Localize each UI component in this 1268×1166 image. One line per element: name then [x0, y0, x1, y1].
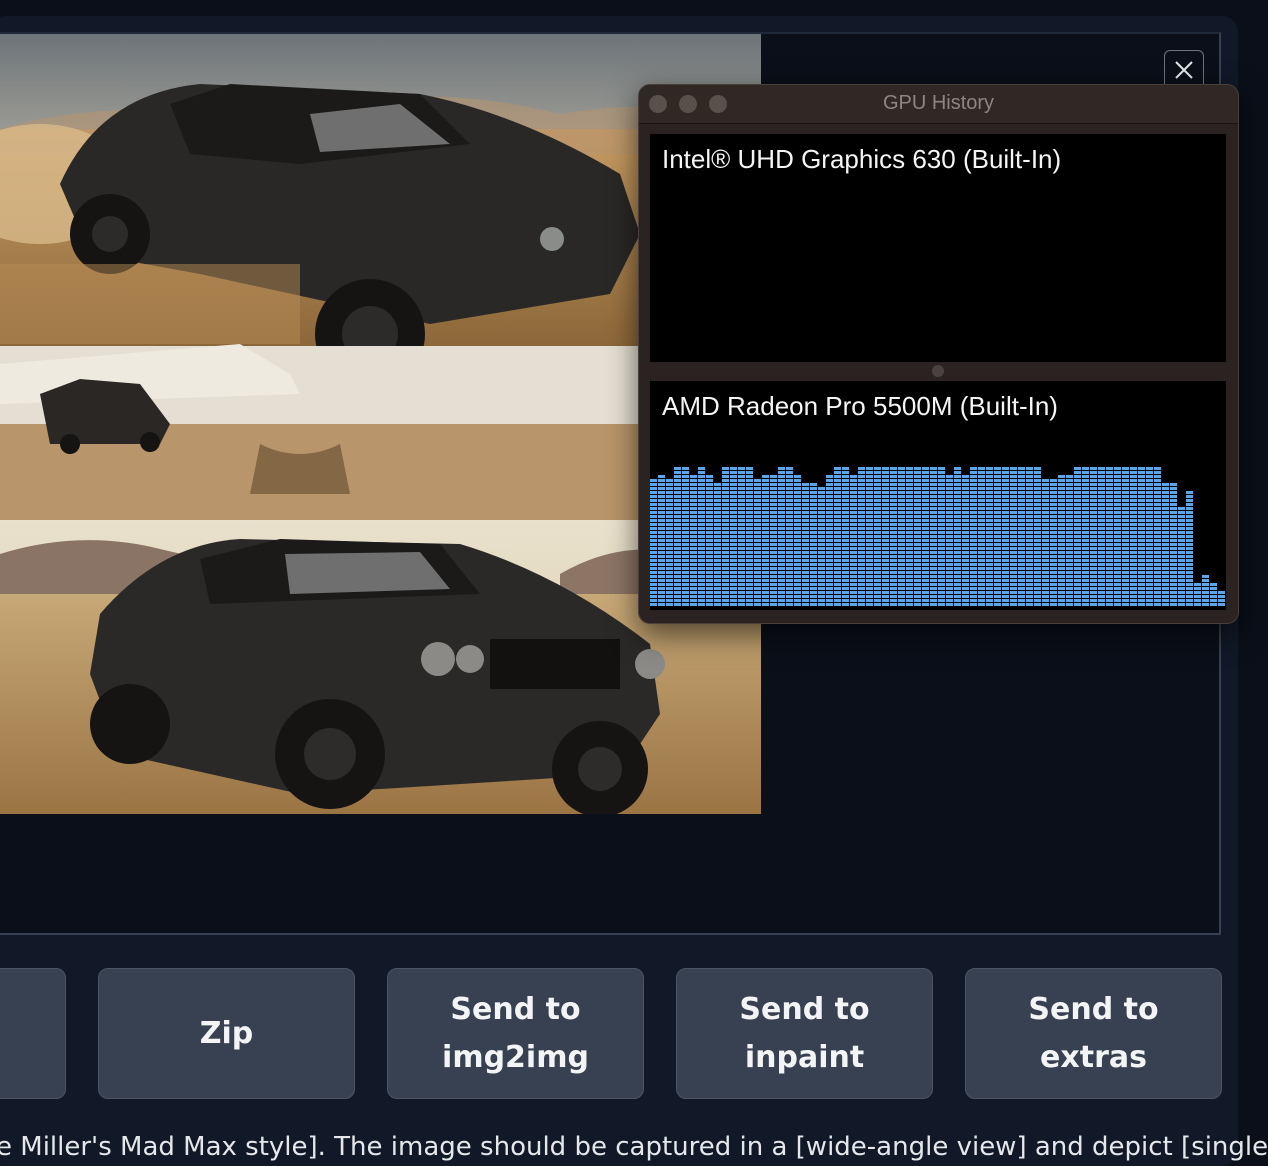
gpu-usage-bar: [898, 467, 905, 606]
gpu-usage-bar: [794, 475, 801, 606]
gpu-usage-bar: [1122, 467, 1129, 606]
gpu-usage-bar: [1058, 475, 1065, 606]
gpu-usage-bar: [834, 467, 841, 606]
gpu-usage-bar: [802, 483, 809, 606]
gpu-pane-intel: Intel® UHD Graphics 630 (Built-In): [650, 134, 1226, 362]
gpu-usage-bar: [698, 467, 705, 606]
gpu-usage-bar: [658, 475, 665, 606]
gpu-usage-bar: [730, 467, 737, 606]
gpu-usage-bar: [874, 467, 881, 606]
open-folder-button[interactable]: [0, 968, 66, 1099]
gpu-usage-bar: [754, 479, 761, 606]
gpu-usage-bar: [858, 467, 865, 606]
gpu-usage-bar: [778, 467, 785, 606]
gpu-pane-amd: AMD Radeon Pro 5500M (Built-In): [650, 381, 1226, 610]
gpu-usage-bar: [1042, 479, 1049, 606]
gpu-usage-bar: [962, 475, 969, 606]
gpu-usage-bar: [1066, 475, 1073, 606]
gpu-usage-bar: [1098, 467, 1105, 606]
gpu-usage-bar: [930, 467, 937, 606]
gpu-usage-bar: [1146, 467, 1153, 606]
gpu-usage-bar: [818, 487, 825, 606]
window-title: GPU History: [882, 92, 995, 114]
send-to-img2img-button[interactable]: Send to img2img: [387, 968, 644, 1099]
gpu-usage-bar: [986, 467, 993, 606]
gpu-usage-bar: [1218, 591, 1225, 606]
gpu-usage-bar: [1026, 467, 1033, 606]
gpu-usage-bar: [666, 479, 673, 606]
send-to-extras-button[interactable]: Send to extras: [965, 968, 1222, 1099]
gpu-usage-bar: [690, 475, 697, 606]
send-to-inpaint-button[interactable]: Send to inpaint: [676, 968, 933, 1099]
gpu-usage-bar: [714, 483, 721, 606]
gpu-usage-bar: [1162, 483, 1169, 606]
window-titlebar[interactable]: GPU History: [639, 85, 1238, 124]
gpu-usage-bar: [906, 467, 913, 606]
gpu-usage-bar: [1034, 467, 1041, 606]
gpu-usage-bar: [1114, 467, 1121, 606]
gpu-usage-bar: [970, 467, 977, 606]
gpu-usage-bar: [946, 475, 953, 606]
prompt-text: e Miller's Mad Max style]. The image sho…: [0, 1132, 1268, 1162]
zip-button[interactable]: Zip: [98, 968, 355, 1099]
gpu-usage-bar: [810, 483, 817, 606]
gpu-usage-bar: [1186, 491, 1193, 606]
gpu-usage-bar: [914, 467, 921, 606]
gpu-name: Intel® UHD Graphics 630 (Built-In): [662, 144, 1062, 174]
gpu-usage-bar: [826, 475, 833, 606]
gpu-usage-bar: [1090, 467, 1097, 606]
gpu-usage-bar: [850, 475, 857, 606]
gpu-usage-bar: [938, 467, 945, 606]
gpu-usage-bar: [1018, 467, 1025, 606]
gpu-usage-bar: [770, 475, 777, 606]
gpu-usage-bar: [1170, 483, 1177, 606]
gpu-usage-chart: [650, 467, 1225, 606]
gpu-usage-bar: [1082, 467, 1089, 606]
gpu-usage-bar: [882, 467, 889, 606]
gpu-usage-bar: [1138, 467, 1145, 606]
gpu-usage-bar: [1210, 583, 1217, 606]
gpu-usage-bar: [1002, 467, 1009, 606]
gpu-usage-bar: [706, 475, 713, 606]
gpu-usage-bar: [978, 467, 985, 606]
gpu-usage-bar: [1154, 467, 1161, 606]
gpu-usage-bar: [650, 479, 657, 606]
gpu-usage-bar: [922, 467, 929, 606]
gpu-usage-bar: [994, 467, 1001, 606]
gpu-usage-bar: [1202, 575, 1209, 606]
gpu-usage-bar: [1178, 507, 1185, 606]
gpu-usage-bar: [674, 467, 681, 606]
gpu-usage-bar: [890, 467, 897, 606]
pane-splitter-handle[interactable]: [932, 365, 944, 377]
gpu-usage-bar: [1010, 467, 1017, 606]
gpu-history-window[interactable]: GPU History Intel® UHD Graphics 630 (Bui…: [638, 84, 1239, 624]
gpu-usage-bar: [722, 467, 729, 606]
gpu-usage-bar: [954, 467, 961, 606]
gpu-usage-bar: [1106, 467, 1113, 606]
gpu-usage-bar: [842, 467, 849, 606]
gpu-usage-bar: [866, 467, 873, 606]
gpu-usage-bar: [682, 467, 689, 606]
gpu-usage-bar: [738, 467, 745, 606]
gpu-usage-bar: [1050, 479, 1057, 606]
gpu-usage-bar: [1074, 467, 1081, 606]
gpu-usage-bar: [1194, 583, 1201, 606]
close-icon: [1175, 61, 1193, 79]
gpu-usage-bar: [762, 475, 769, 606]
gpu-usage-bar: [1130, 467, 1137, 606]
gpu-usage-bar: [746, 467, 753, 606]
gpu-usage-bar: [786, 467, 793, 606]
